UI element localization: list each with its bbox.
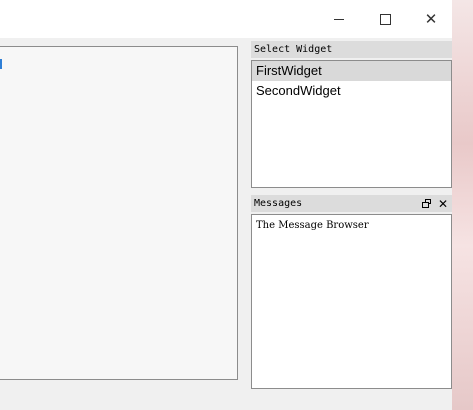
minimize-icon: [334, 18, 344, 20]
float-icon[interactable]: [421, 198, 432, 209]
message-browser[interactable]: The Message Browser: [251, 214, 452, 389]
list-item-label: FirstWidget: [256, 63, 322, 78]
list-item-firstwidget[interactable]: FirstWidget: [252, 61, 451, 81]
messages-dock-title-text: Messages: [254, 198, 303, 209]
messages-dock-title[interactable]: Messages ✕: [251, 195, 452, 212]
list-item-secondwidget[interactable]: SecondWidget: [252, 81, 451, 101]
maximize-icon: [379, 13, 391, 25]
main-window: ✕ Select Widget FirstWidget SecondWidget…: [0, 0, 452, 410]
select-widget-dock-title-text: Select Widget: [254, 44, 333, 55]
central-widget[interactable]: [0, 46, 238, 380]
messages-dock-controls: ✕: [421, 195, 448, 212]
minimize-button[interactable]: [316, 0, 362, 38]
close-icon: ✕: [424, 9, 438, 28]
widget-list[interactable]: FirstWidget SecondWidget: [251, 60, 452, 188]
list-item-label: SecondWidget: [256, 83, 341, 98]
select-widget-dock-title[interactable]: Select Widget: [251, 41, 452, 58]
message-text: The Message Browser: [256, 220, 369, 231]
text-cursor-mark: [0, 59, 2, 69]
title-bar: ✕: [0, 0, 452, 38]
dock-close-icon[interactable]: ✕: [438, 198, 448, 210]
maximize-button[interactable]: [362, 0, 408, 38]
desktop-wallpaper: [451, 0, 473, 410]
close-button[interactable]: ✕: [408, 0, 454, 38]
